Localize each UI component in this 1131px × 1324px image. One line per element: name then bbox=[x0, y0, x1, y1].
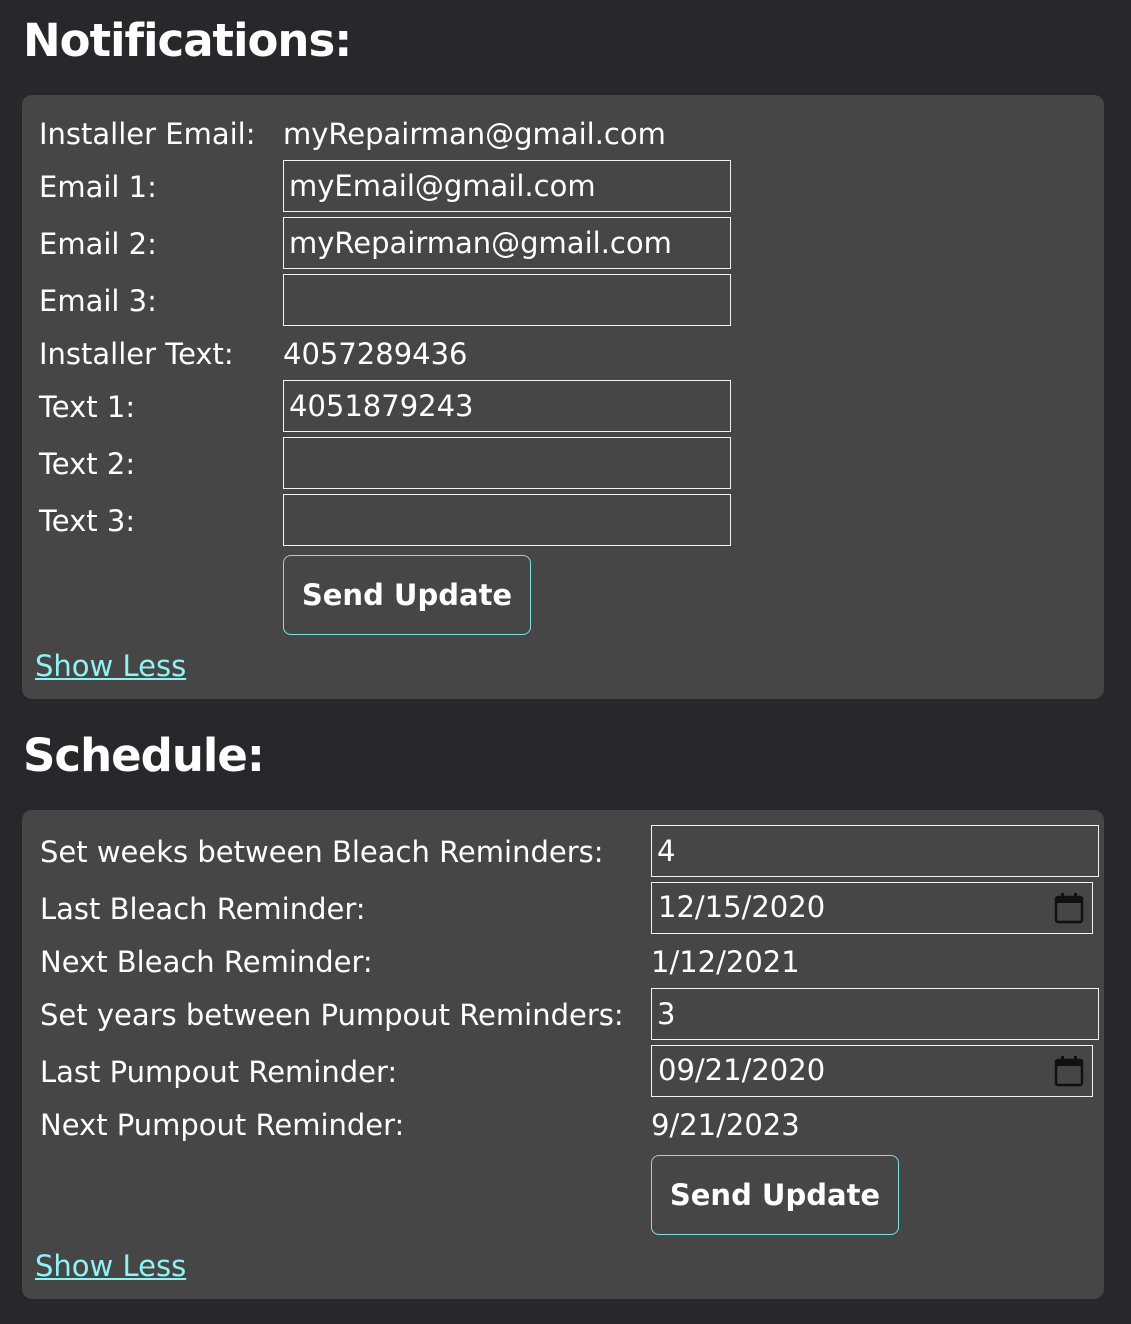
last-bleach-label: Last Bleach Reminder: bbox=[40, 892, 366, 926]
email1-label: Email 1: bbox=[39, 170, 157, 204]
schedule-panel: Set weeks between Bleach Reminders: Last… bbox=[22, 810, 1104, 1299]
notifications-send-update-button[interactable]: Send Update bbox=[283, 555, 531, 635]
email3-field[interactable] bbox=[283, 274, 731, 326]
next-pumpout-value: 9/21/2023 bbox=[651, 1108, 800, 1142]
last-bleach-date-field[interactable]: 12/15/2020 bbox=[651, 882, 1093, 934]
calendar-icon[interactable] bbox=[1054, 1055, 1084, 1087]
text1-field[interactable] bbox=[283, 380, 731, 432]
email3-label: Email 3: bbox=[39, 284, 157, 318]
schedule-title: Schedule: bbox=[23, 729, 265, 782]
installer-email-value: myRepairman@gmail.com bbox=[283, 117, 666, 151]
installer-text-label: Installer Text: bbox=[39, 337, 234, 371]
next-bleach-value: 1/12/2021 bbox=[651, 945, 800, 979]
installer-email-label: Installer Email: bbox=[39, 117, 256, 151]
text3-label: Text 3: bbox=[39, 504, 136, 538]
email1-field[interactable] bbox=[283, 160, 731, 212]
schedule-send-update-button[interactable]: Send Update bbox=[651, 1155, 899, 1235]
last-pumpout-label: Last Pumpout Reminder: bbox=[40, 1055, 398, 1089]
notifications-panel: Installer Email: myRepairman@gmail.com E… bbox=[22, 95, 1104, 699]
text2-field[interactable] bbox=[283, 437, 731, 489]
last-pumpout-date-field[interactable]: 09/21/2020 bbox=[651, 1045, 1093, 1097]
notifications-title: Notifications: bbox=[23, 14, 352, 67]
next-bleach-label: Next Bleach Reminder: bbox=[40, 945, 373, 979]
text1-label: Text 1: bbox=[39, 390, 136, 424]
text2-label: Text 2: bbox=[39, 447, 136, 481]
pumpout-years-field[interactable] bbox=[651, 988, 1099, 1040]
last-pumpout-date-value: 09/21/2020 bbox=[658, 1053, 826, 1087]
schedule-show-less-link[interactable]: Show Less bbox=[35, 1252, 186, 1281]
email2-field[interactable] bbox=[283, 217, 731, 269]
email2-label: Email 2: bbox=[39, 227, 157, 261]
calendar-icon[interactable] bbox=[1054, 892, 1084, 924]
next-pumpout-label: Next Pumpout Reminder: bbox=[40, 1108, 405, 1142]
text3-field[interactable] bbox=[283, 494, 731, 546]
bleach-weeks-field[interactable] bbox=[651, 825, 1099, 877]
installer-text-value: 4057289436 bbox=[283, 337, 468, 371]
last-bleach-date-value: 12/15/2020 bbox=[658, 890, 826, 924]
notifications-show-less-link[interactable]: Show Less bbox=[35, 652, 186, 681]
pumpout-years-label: Set years between Pumpout Reminders: bbox=[40, 998, 624, 1032]
bleach-weeks-label: Set weeks between Bleach Reminders: bbox=[40, 835, 604, 869]
